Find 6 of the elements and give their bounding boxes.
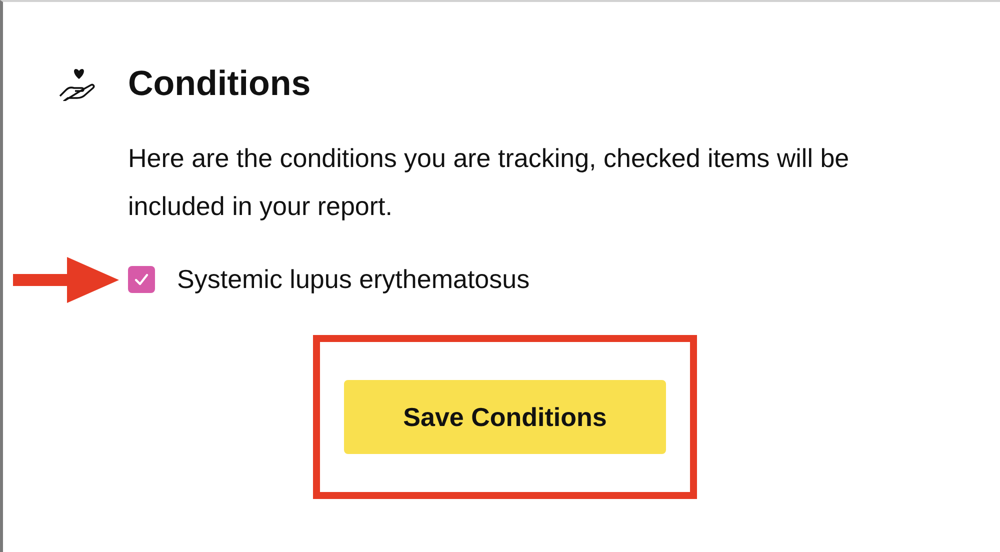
section-description: Here are the conditions you are tracking, checked items will be included in your report.	[128, 142, 850, 223]
save-button[interactable]: Save Conditions	[344, 380, 666, 454]
section-title: Conditions	[128, 64, 311, 104]
condition-checkbox[interactable]	[128, 266, 155, 293]
check-icon	[134, 273, 149, 286]
condition-label: Systemic lupus erythematosus	[177, 264, 530, 295]
